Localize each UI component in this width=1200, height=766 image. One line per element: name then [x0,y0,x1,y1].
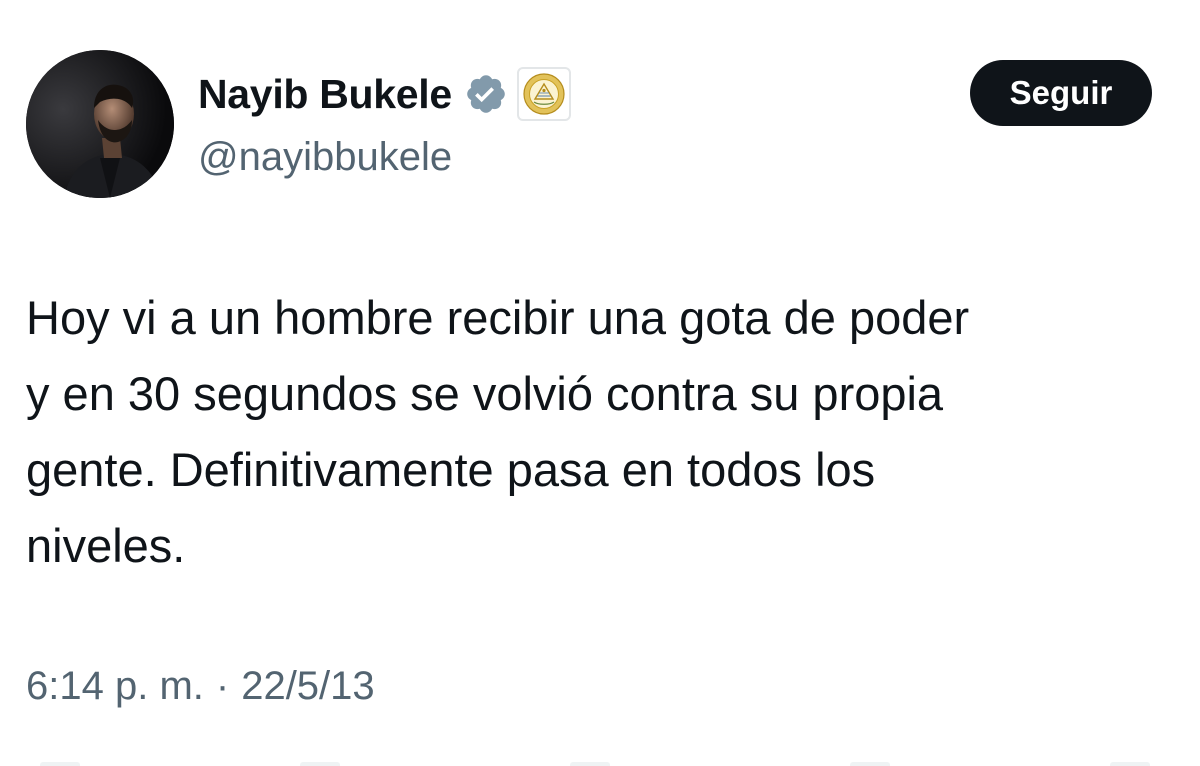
tweet-text-line: y en 30 segundos se volvió contra su pro… [26,367,944,420]
avatar[interactable] [26,50,174,198]
tweet-time-link[interactable]: 6:14 p. m. [26,656,204,716]
author-display-name[interactable]: Nayib Bukele [198,66,452,122]
avatar-photo [26,50,174,198]
timestamp-separator: · [215,664,230,708]
author-handle[interactable]: @nayibbukele [198,132,452,182]
author-name-row: Nayib Bukele [198,66,571,122]
tweet-date-link[interactable]: 22/5/13 [241,656,374,716]
timestamp-row: 6:14 p. m. · 22/5/13 [26,656,375,716]
tweet-card: Nayib Bukele @nayibbukele Seguir Hoy vi … [0,0,1200,766]
tweet-text-line: niveles. [26,519,186,572]
tweet-text-line: Hoy vi a un hombre recibir una gota de p… [26,291,970,344]
tweet-text: Hoy vi a un hombre recibir una gota de p… [26,280,1176,584]
action-bar-edge [0,760,1200,766]
affiliation-badge[interactable] [516,67,571,121]
follow-button[interactable]: Seguir [970,60,1152,126]
government-seal-icon [523,73,565,115]
tweet-text-line: gente. Definitivamente pasa en todos los [26,443,876,496]
verified-badge-icon [467,75,505,113]
